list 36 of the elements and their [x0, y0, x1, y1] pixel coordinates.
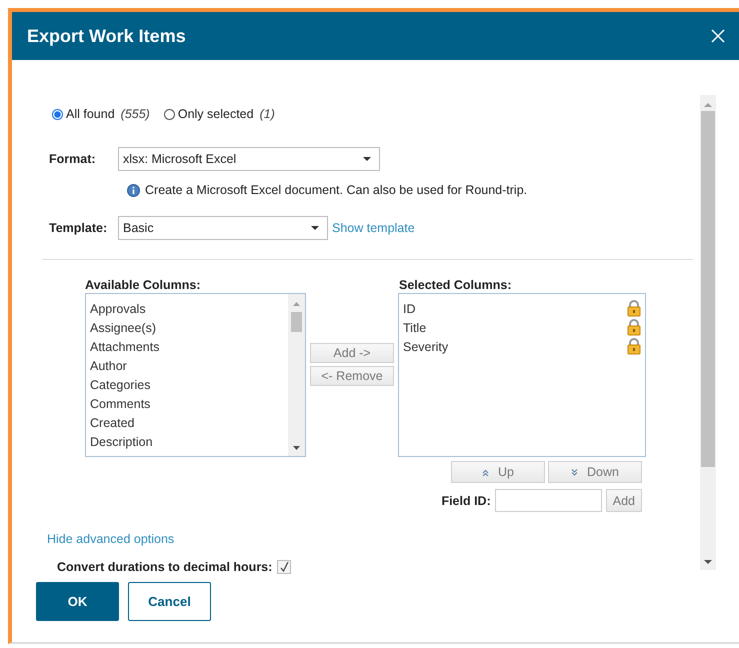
list-box[interactable]: ID Title Severity: [398, 293, 646, 457]
advanced-options-link[interactable]: Hide advanced options: [47, 532, 700, 548]
list-item[interactable]: Severity: [403, 340, 448, 354]
field-label: Template:: [49, 221, 108, 235]
list-item[interactable]: Description: [90, 434, 153, 448]
list-item[interactable]: Categories: [90, 378, 150, 392]
list-item[interactable]: Title: [403, 320, 426, 334]
radio-label[interactable]: Only selected: [178, 107, 254, 121]
show-template-link[interactable]: Show template: [332, 221, 415, 235]
list-heading: Selected Columns:: [398, 277, 513, 293]
ok-button[interactable]: OK: [36, 582, 119, 621]
list-item[interactable]: Approvals: [90, 302, 146, 316]
list-item[interactable]: ID: [403, 302, 416, 316]
hint-text: Create a Microsoft Excel document. Can also be used for Round-trip.: [145, 183, 528, 197]
move-button[interactable]: <- Remove: [310, 366, 394, 386]
window-title: Export Work Items: [27, 26, 186, 46]
list-item[interactable]: Attachments: [90, 340, 160, 354]
cancel-button[interactable]: Cancel: [128, 582, 211, 621]
move-down-button[interactable]: Down: [548, 461, 642, 483]
move-up-button[interactable]: Up: [451, 461, 545, 483]
field-label: Field ID:: [441, 494, 491, 508]
option-label: Convert durations to decimal hours:: [57, 560, 272, 574]
field-label: Format:: [49, 152, 97, 166]
count-label: (555): [120, 107, 150, 121]
add-button[interactable]: Add: [606, 489, 642, 512]
list-item[interactable]: Assignee(s): [90, 320, 156, 334]
list-item[interactable]: Author: [90, 358, 127, 372]
dropdown[interactable]: xlsx: Microsoft Excel: [118, 147, 380, 171]
list-heading: Available Columns:: [85, 277, 202, 293]
radio-label[interactable]: All found: [66, 107, 115, 121]
dropdown[interactable]: Basic: [118, 216, 328, 240]
list-box[interactable]: Approvals Assignee(s) Attachments Author Categories Comments Created Description: [85, 293, 306, 457]
count-label: (1): [260, 107, 275, 121]
move-button[interactable]: Add ->: [310, 343, 394, 363]
list-item[interactable]: Created: [90, 416, 134, 430]
list-item[interactable]: Comments: [90, 396, 150, 410]
